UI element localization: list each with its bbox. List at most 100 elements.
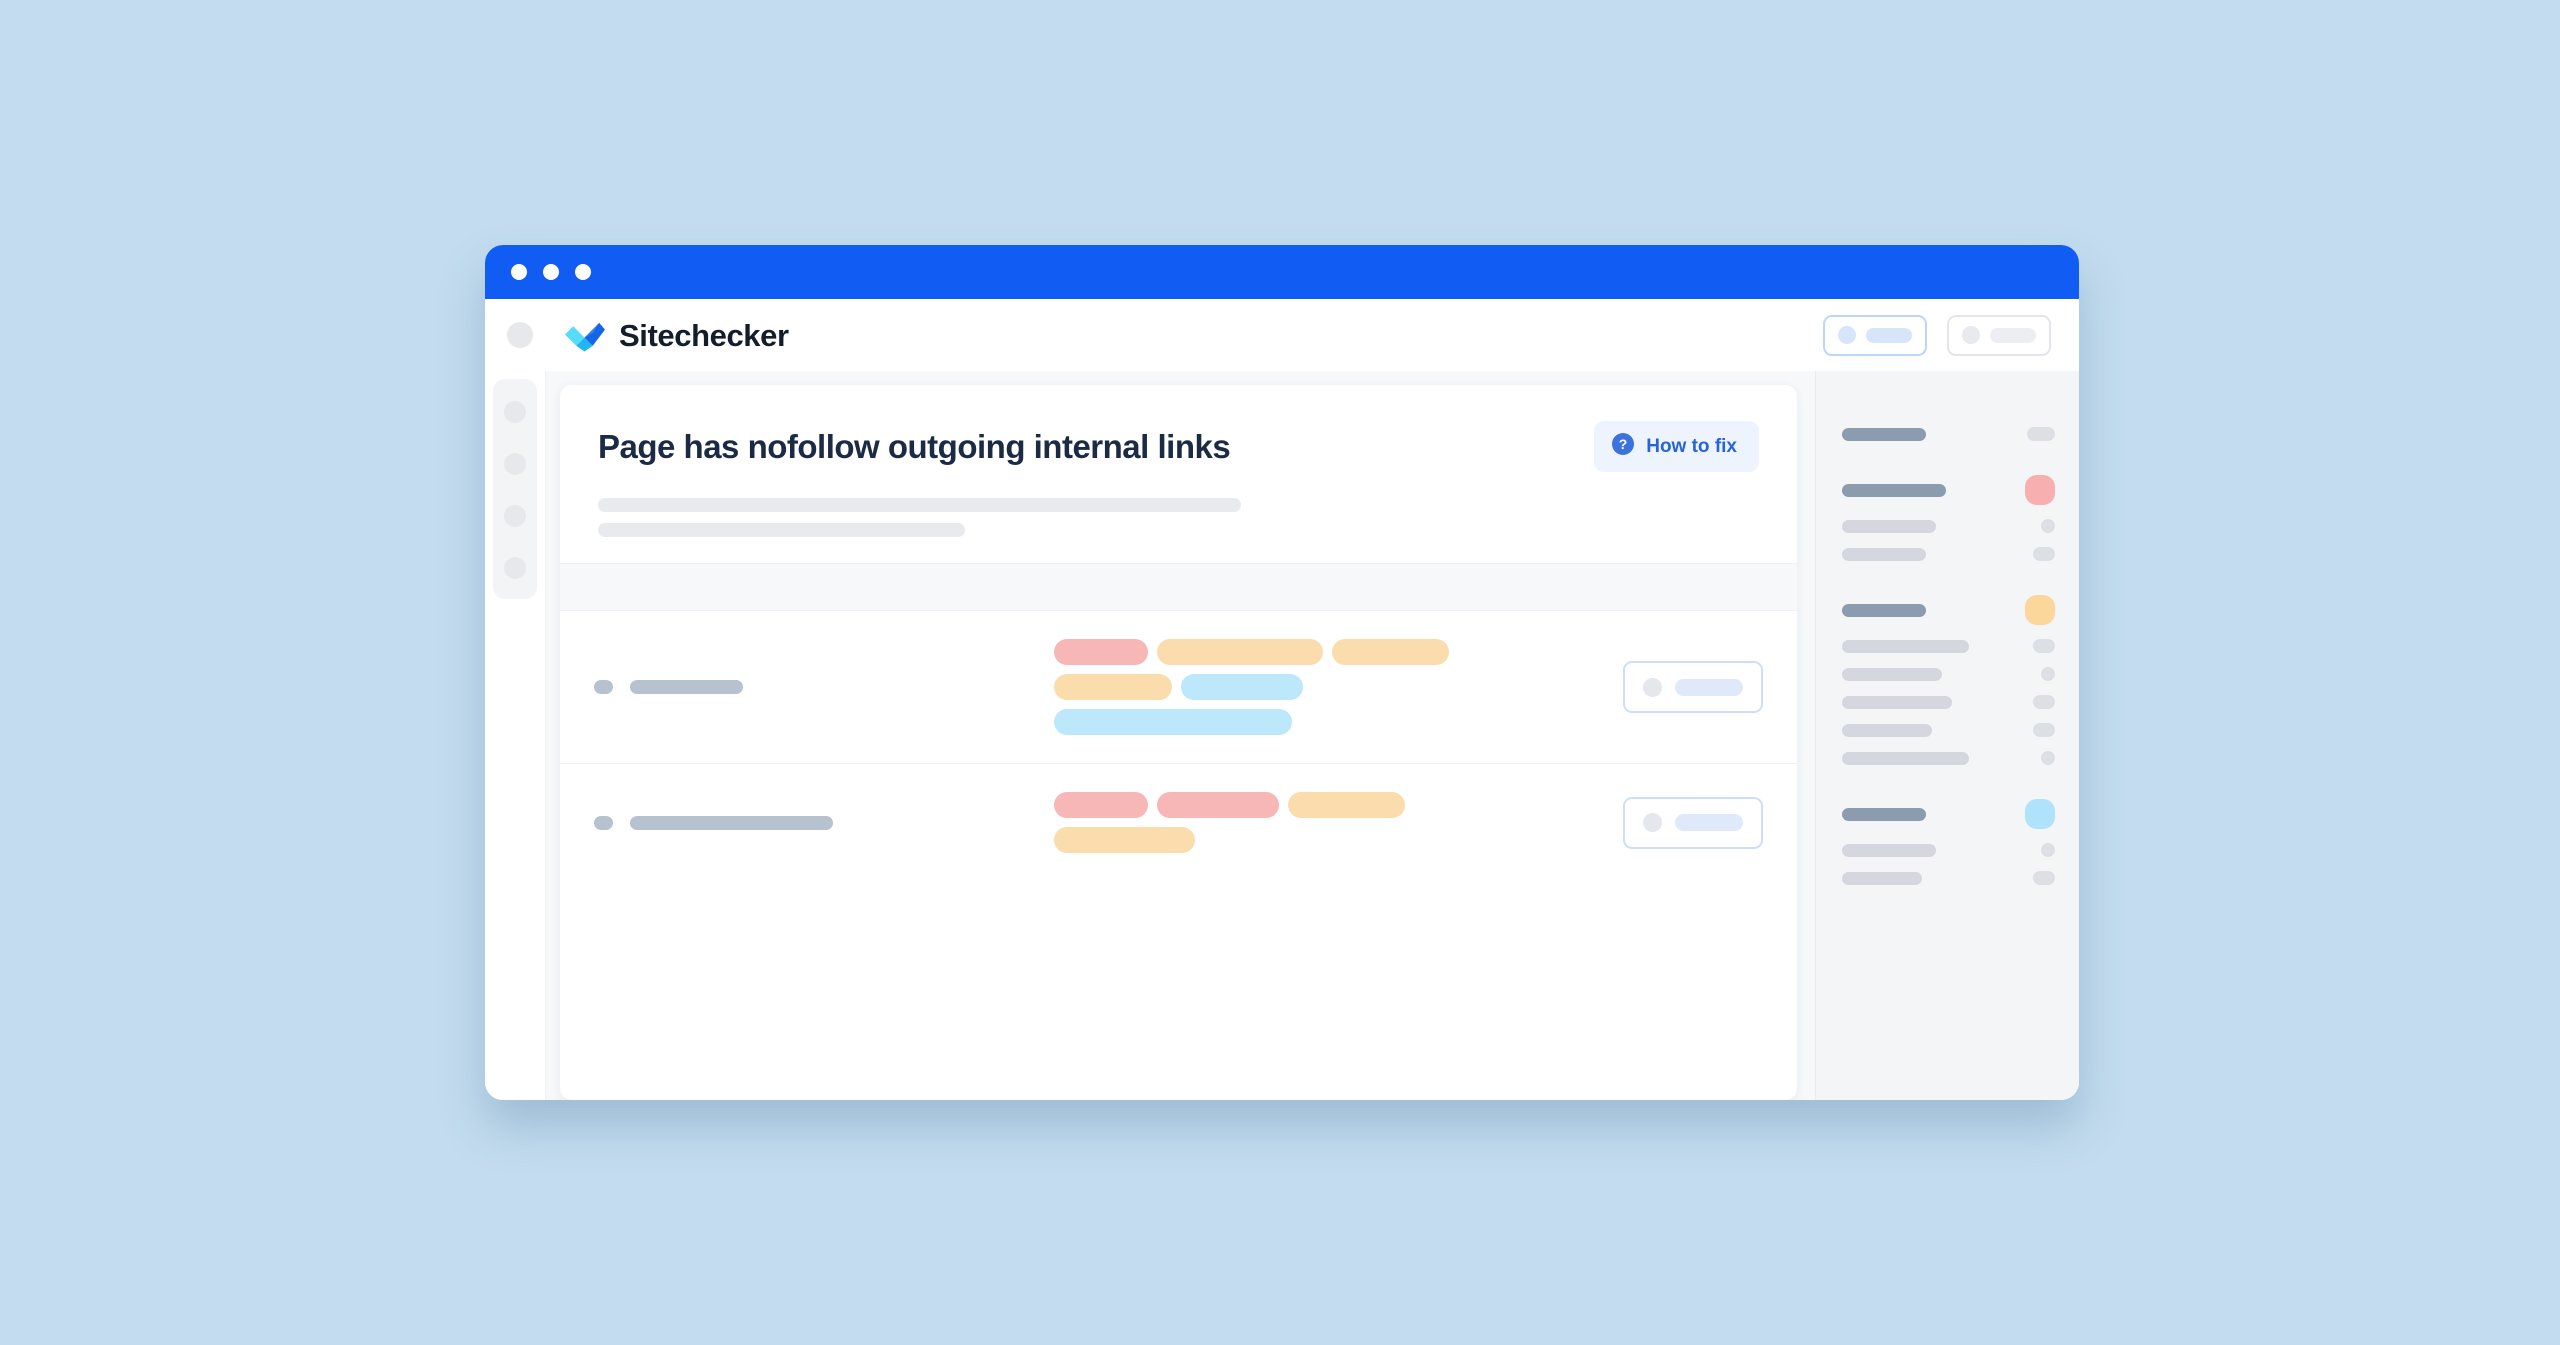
row-bullet-icon: [594, 680, 613, 694]
insight-item[interactable]: [1842, 475, 2055, 505]
insight-item[interactable]: [1842, 799, 2055, 829]
insight-marker: [2041, 667, 2055, 681]
tag-pill[interactable]: [1054, 674, 1172, 700]
row-bullet-icon: [594, 815, 613, 830]
insight-marker: [2027, 427, 2055, 441]
insight-label-placeholder: [1842, 807, 1926, 821]
how-to-fix-button[interactable]: ? How to fix: [1594, 421, 1759, 472]
tag-pill[interactable]: [1054, 792, 1148, 818]
insight-item[interactable]: [1842, 695, 2055, 709]
insight-label-placeholder: [1842, 723, 1932, 737]
tag-pill[interactable]: [1157, 792, 1279, 818]
issue-card: Page has nofollow outgoing internal link…: [560, 385, 1797, 1100]
insight-item[interactable]: [1842, 519, 2055, 533]
insight-group: [1842, 799, 2055, 885]
row-action-label-placeholder: [1675, 814, 1743, 831]
issue-description-placeholder: [598, 498, 1759, 537]
table-row[interactable]: [560, 764, 1797, 881]
insight-marker: [2033, 639, 2055, 653]
insight-marker: [2041, 519, 2055, 533]
sidebar-item-3-icon[interactable]: [504, 505, 526, 527]
browser-window: Sitechecker Page has nofollow outgoing i…: [485, 245, 2079, 1100]
insight-marker-info: [2025, 799, 2055, 829]
insight-label-placeholder: [1842, 603, 1926, 617]
how-to-fix-label: How to fix: [1646, 436, 1737, 457]
insight-label-placeholder: [1842, 519, 1936, 533]
description-line-2: [598, 523, 965, 537]
insight-label-placeholder: [1842, 843, 1936, 857]
page-title: Page has nofollow outgoing internal link…: [598, 427, 1231, 465]
app-body: Page has nofollow outgoing internal link…: [485, 371, 2079, 1100]
row-action-cell: [1623, 796, 1763, 849]
row-label-placeholder: [630, 815, 833, 830]
row-primary-cell: [594, 815, 1054, 830]
row-primary-cell: [594, 680, 1054, 694]
tag-pill[interactable]: [1054, 639, 1148, 665]
header-secondary-button[interactable]: [1947, 314, 2051, 356]
header-actions: [1823, 314, 2051, 356]
insight-item[interactable]: [1842, 871, 2055, 885]
sidebar-item-2-icon[interactable]: [504, 453, 526, 475]
secondary-button-icon: [1962, 326, 1980, 344]
tag-pill[interactable]: [1288, 792, 1405, 818]
insight-group-spacer: [1842, 575, 2055, 595]
sidebar-item-4-icon[interactable]: [504, 557, 526, 579]
insight-group: [1842, 595, 2055, 765]
browser-titlebar: [485, 245, 2079, 299]
question-circle-icon: ?: [1612, 433, 1635, 460]
left-sidebar: [485, 371, 545, 1100]
row-action-button[interactable]: [1623, 661, 1763, 713]
insight-item[interactable]: [1842, 595, 2055, 625]
main-content: Page has nofollow outgoing internal link…: [545, 371, 1815, 1100]
insight-item[interactable]: [1842, 427, 2055, 441]
tag-pill[interactable]: [1157, 639, 1323, 665]
primary-button-label-placeholder: [1866, 327, 1912, 343]
row-action-icon: [1643, 813, 1662, 832]
insight-group: [1842, 475, 2055, 561]
insight-label-placeholder: [1842, 751, 1969, 765]
insight-label-placeholder: [1842, 427, 1926, 441]
tag-pill[interactable]: [1181, 674, 1303, 700]
sidebar-item-1-icon[interactable]: [504, 401, 526, 423]
insight-label-placeholder: [1842, 871, 1922, 885]
insight-marker-warning: [2025, 595, 2055, 625]
window-dot-close-icon[interactable]: [511, 264, 527, 280]
row-action-label-placeholder: [1675, 678, 1743, 696]
row-tag-group: [1054, 639, 1524, 735]
row-label-placeholder: [630, 680, 743, 694]
menu-toggle-icon[interactable]: [507, 322, 533, 348]
tag-pill[interactable]: [1054, 709, 1292, 735]
header-primary-button[interactable]: [1823, 314, 1927, 356]
insight-marker-critical: [2025, 475, 2055, 505]
table-header-row: [560, 563, 1797, 611]
insight-item[interactable]: [1842, 751, 2055, 765]
window-dot-minimize-icon[interactable]: [543, 264, 559, 280]
window-dot-maximize-icon[interactable]: [575, 264, 591, 280]
insight-group-spacer: [1842, 455, 2055, 475]
issue-card-header: Page has nofollow outgoing internal link…: [560, 385, 1797, 563]
insight-marker: [2033, 547, 2055, 561]
row-action-button[interactable]: [1623, 796, 1763, 849]
row-tag-group: [1054, 792, 1524, 853]
row-action-cell: [1623, 661, 1763, 713]
insight-group-spacer: [1842, 779, 2055, 799]
insight-label-placeholder: [1842, 547, 1926, 561]
insight-item[interactable]: [1842, 547, 2055, 561]
insight-item[interactable]: [1842, 843, 2055, 857]
insight-group: [1842, 427, 2055, 441]
brand-name: Sitechecker: [619, 317, 789, 353]
insight-label-placeholder: [1842, 695, 1952, 709]
tag-pill[interactable]: [1054, 827, 1195, 853]
primary-button-icon: [1838, 326, 1856, 344]
brand[interactable]: Sitechecker: [565, 318, 789, 352]
insight-marker: [2033, 871, 2055, 885]
insight-label-placeholder: [1842, 483, 1946, 497]
insight-item[interactable]: [1842, 667, 2055, 681]
insight-label-placeholder: [1842, 639, 1969, 653]
insight-item[interactable]: [1842, 639, 2055, 653]
insight-marker: [2033, 695, 2055, 709]
insight-item[interactable]: [1842, 723, 2055, 737]
tag-pill[interactable]: [1332, 639, 1449, 665]
svg-text:?: ?: [1619, 436, 1628, 452]
table-row[interactable]: [560, 611, 1797, 764]
